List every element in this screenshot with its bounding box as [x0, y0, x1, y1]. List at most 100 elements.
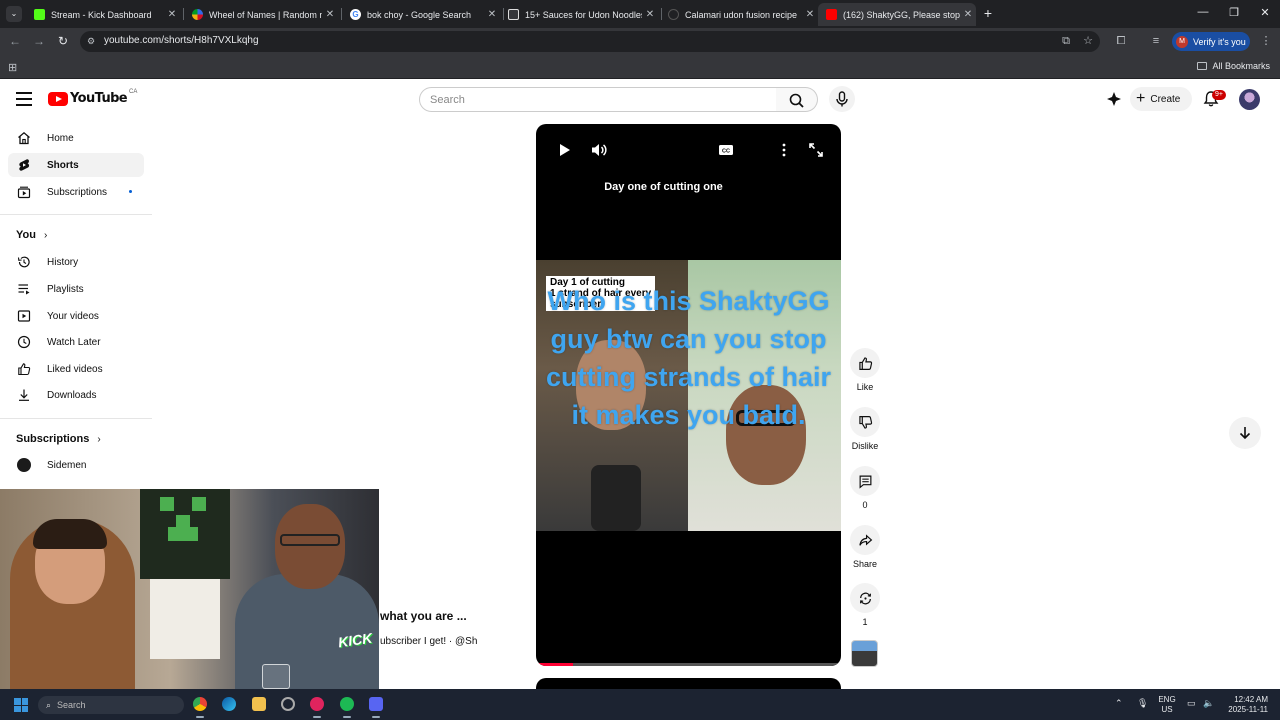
- sidebar-you-heading[interactable]: You ›: [16, 229, 47, 241]
- language-indicator[interactable]: ENG US: [1157, 695, 1177, 715]
- comments-count: 0: [862, 500, 868, 510]
- bookmark-star-icon[interactable]: ☆: [1080, 33, 1096, 49]
- short-info-title[interactable]: what you are ...: [380, 609, 467, 623]
- settings-app-icon[interactable]: [281, 697, 295, 711]
- dislike-button[interactable]: [850, 407, 880, 437]
- tab-youtube-short[interactable]: (162) ShaktyGG, Please stop the ✕: [818, 3, 976, 26]
- sound-thumbnail[interactable]: [851, 640, 878, 667]
- close-tab-icon[interactable]: ✕: [164, 9, 180, 20]
- close-tab-icon[interactable]: ✕: [322, 9, 338, 20]
- like-action[interactable]: Like: [846, 348, 884, 392]
- url-text[interactable]: youtube.com/shorts/H8h7VXLkqhg: [104, 35, 259, 46]
- short-video-frame[interactable]: Day 1 of cutting 1 strand of hair every …: [536, 260, 841, 531]
- site-info-icon[interactable]: ⚙: [87, 35, 99, 47]
- tab-calamari-udon[interactable]: Calamari udon fusion recipe ✕: [660, 3, 818, 26]
- sidebar-subscriptions-heading[interactable]: Subscriptions ›: [16, 433, 101, 445]
- edge-app-icon[interactable]: [222, 697, 236, 711]
- chrome-app-icon[interactable]: [193, 697, 207, 718]
- search-input[interactable]: [430, 92, 760, 108]
- play-icon[interactable]: [555, 141, 573, 159]
- tab-bok-choy-search[interactable]: G bok choy - Google Search ✕: [342, 3, 500, 26]
- sidebar-item-shorts[interactable]: Shorts: [8, 153, 144, 177]
- shorts-player[interactable]: CC Day one of cutting one Day 1 of cutti…: [536, 124, 841, 666]
- voice-search-button[interactable]: [829, 86, 855, 112]
- search-button[interactable]: [776, 87, 818, 112]
- close-tab-icon[interactable]: ✕: [960, 9, 976, 20]
- next-short-button[interactable]: [1229, 417, 1261, 449]
- taskbar-search[interactable]: ⌕ Search: [38, 696, 184, 714]
- sidebar-item-home[interactable]: Home: [8, 126, 144, 150]
- remix-button[interactable]: [850, 583, 880, 613]
- youtube-play-icon: [48, 91, 68, 106]
- new-tab-button[interactable]: +: [980, 5, 996, 21]
- discord-app-icon[interactable]: [369, 697, 383, 718]
- volume-tray-icon[interactable]: 🔈: [1203, 698, 1214, 709]
- tab-search-button[interactable]: ⌄: [6, 6, 22, 22]
- apps-grid-icon[interactable]: ⊞: [8, 61, 17, 74]
- tab-kick-dashboard[interactable]: Stream - Kick Dashboard ✕: [26, 3, 180, 26]
- youtube-logo[interactable]: YouTube CA: [48, 88, 138, 106]
- fullscreen-icon[interactable]: [807, 141, 825, 159]
- windows-start-icon[interactable]: [14, 698, 28, 712]
- sidebar-item-watch-later[interactable]: Watch Later: [8, 330, 144, 354]
- chrome-menu-icon[interactable]: ⋮: [1258, 33, 1274, 49]
- sidebar-item-downloads[interactable]: Downloads: [8, 383, 144, 407]
- all-bookmarks-label: All Bookmarks: [1212, 61, 1270, 71]
- share-button[interactable]: [850, 525, 880, 555]
- spotify-app-icon[interactable]: [340, 697, 354, 718]
- create-button[interactable]: + Create: [1130, 87, 1192, 111]
- network-icon[interactable]: ▭: [1187, 698, 1196, 709]
- dislike-label: Dislike: [851, 441, 879, 451]
- forward-icon[interactable]: →: [31, 33, 47, 49]
- close-tab-icon[interactable]: ✕: [642, 9, 658, 20]
- comments-action[interactable]: 0: [846, 466, 884, 510]
- comments-button[interactable]: [850, 466, 880, 496]
- guide-menu-icon[interactable]: [16, 92, 32, 106]
- remix-action[interactable]: 1: [846, 583, 884, 627]
- all-bookmarks-button[interactable]: All Bookmarks: [1197, 61, 1270, 71]
- restore-window-icon[interactable]: ❐: [1224, 6, 1244, 19]
- streamer-left-hair: [33, 519, 107, 549]
- back-icon[interactable]: ←: [7, 33, 23, 49]
- sidebar-channel-sidemen[interactable]: Sidemen: [8, 453, 144, 477]
- file-explorer-icon[interactable]: [252, 697, 266, 711]
- google-favicon-icon: G: [350, 9, 361, 20]
- install-app-icon[interactable]: ⧉: [1058, 33, 1074, 49]
- reading-list-icon[interactable]: ≡: [1148, 33, 1164, 49]
- tray-overflow-icon[interactable]: ⌃: [1115, 698, 1123, 709]
- share-action[interactable]: Share: [846, 525, 884, 569]
- sidebar-item-liked-videos[interactable]: Liked videos: [8, 357, 144, 381]
- sidebar-item-playlists[interactable]: Playlists: [8, 277, 144, 301]
- home-icon: [18, 131, 30, 145]
- sidebar-item-your-videos[interactable]: Your videos: [8, 304, 144, 328]
- account-avatar[interactable]: [1239, 89, 1260, 110]
- sidebar-item-history[interactable]: History: [8, 250, 144, 274]
- tab-udon-sauces[interactable]: 15+ Sauces for Udon Noodles | ✕: [500, 3, 658, 26]
- closed-captions-icon[interactable]: CC: [717, 141, 735, 159]
- close-tab-icon[interactable]: ✕: [484, 9, 500, 20]
- tab-wheel-of-names[interactable]: Wheel of Names | Random nam ✕: [184, 3, 338, 26]
- door: [150, 579, 220, 659]
- sidebar-item-subscriptions[interactable]: Subscriptions: [8, 180, 144, 204]
- sidebar-item-label: Downloads: [47, 389, 97, 401]
- minimize-window-icon[interactable]: —: [1193, 6, 1213, 18]
- opera-app-icon[interactable]: [310, 697, 324, 718]
- profile-label: Verify it's you: [1193, 36, 1246, 47]
- system-clock[interactable]: 12:42 AM 2025-11-11: [1218, 695, 1268, 715]
- video-progress-bar[interactable]: [536, 663, 841, 666]
- like-button[interactable]: [850, 348, 880, 378]
- kick-favicon-icon: [34, 9, 45, 20]
- extensions-icon[interactable]: ⧠: [1113, 33, 1129, 49]
- address-bar[interactable]: ⚙ youtube.com/shorts/H8h7VXLkqhg: [80, 31, 1100, 52]
- profile-verify-button[interactable]: M Verify it's you: [1172, 32, 1250, 51]
- microphone-tray-icon[interactable]: 🎙: [1137, 698, 1148, 709]
- close-window-icon[interactable]: ✕: [1255, 6, 1275, 19]
- svg-text:CC: CC: [722, 149, 730, 155]
- close-tab-icon[interactable]: ✕: [802, 9, 818, 20]
- reload-icon[interactable]: ↻: [55, 33, 71, 49]
- country-code: CA: [129, 88, 138, 95]
- volume-icon[interactable]: [590, 141, 608, 159]
- dislike-action[interactable]: Dislike: [846, 407, 884, 451]
- more-options-icon[interactable]: [775, 141, 793, 159]
- premium-gem-icon[interactable]: [1106, 91, 1122, 107]
